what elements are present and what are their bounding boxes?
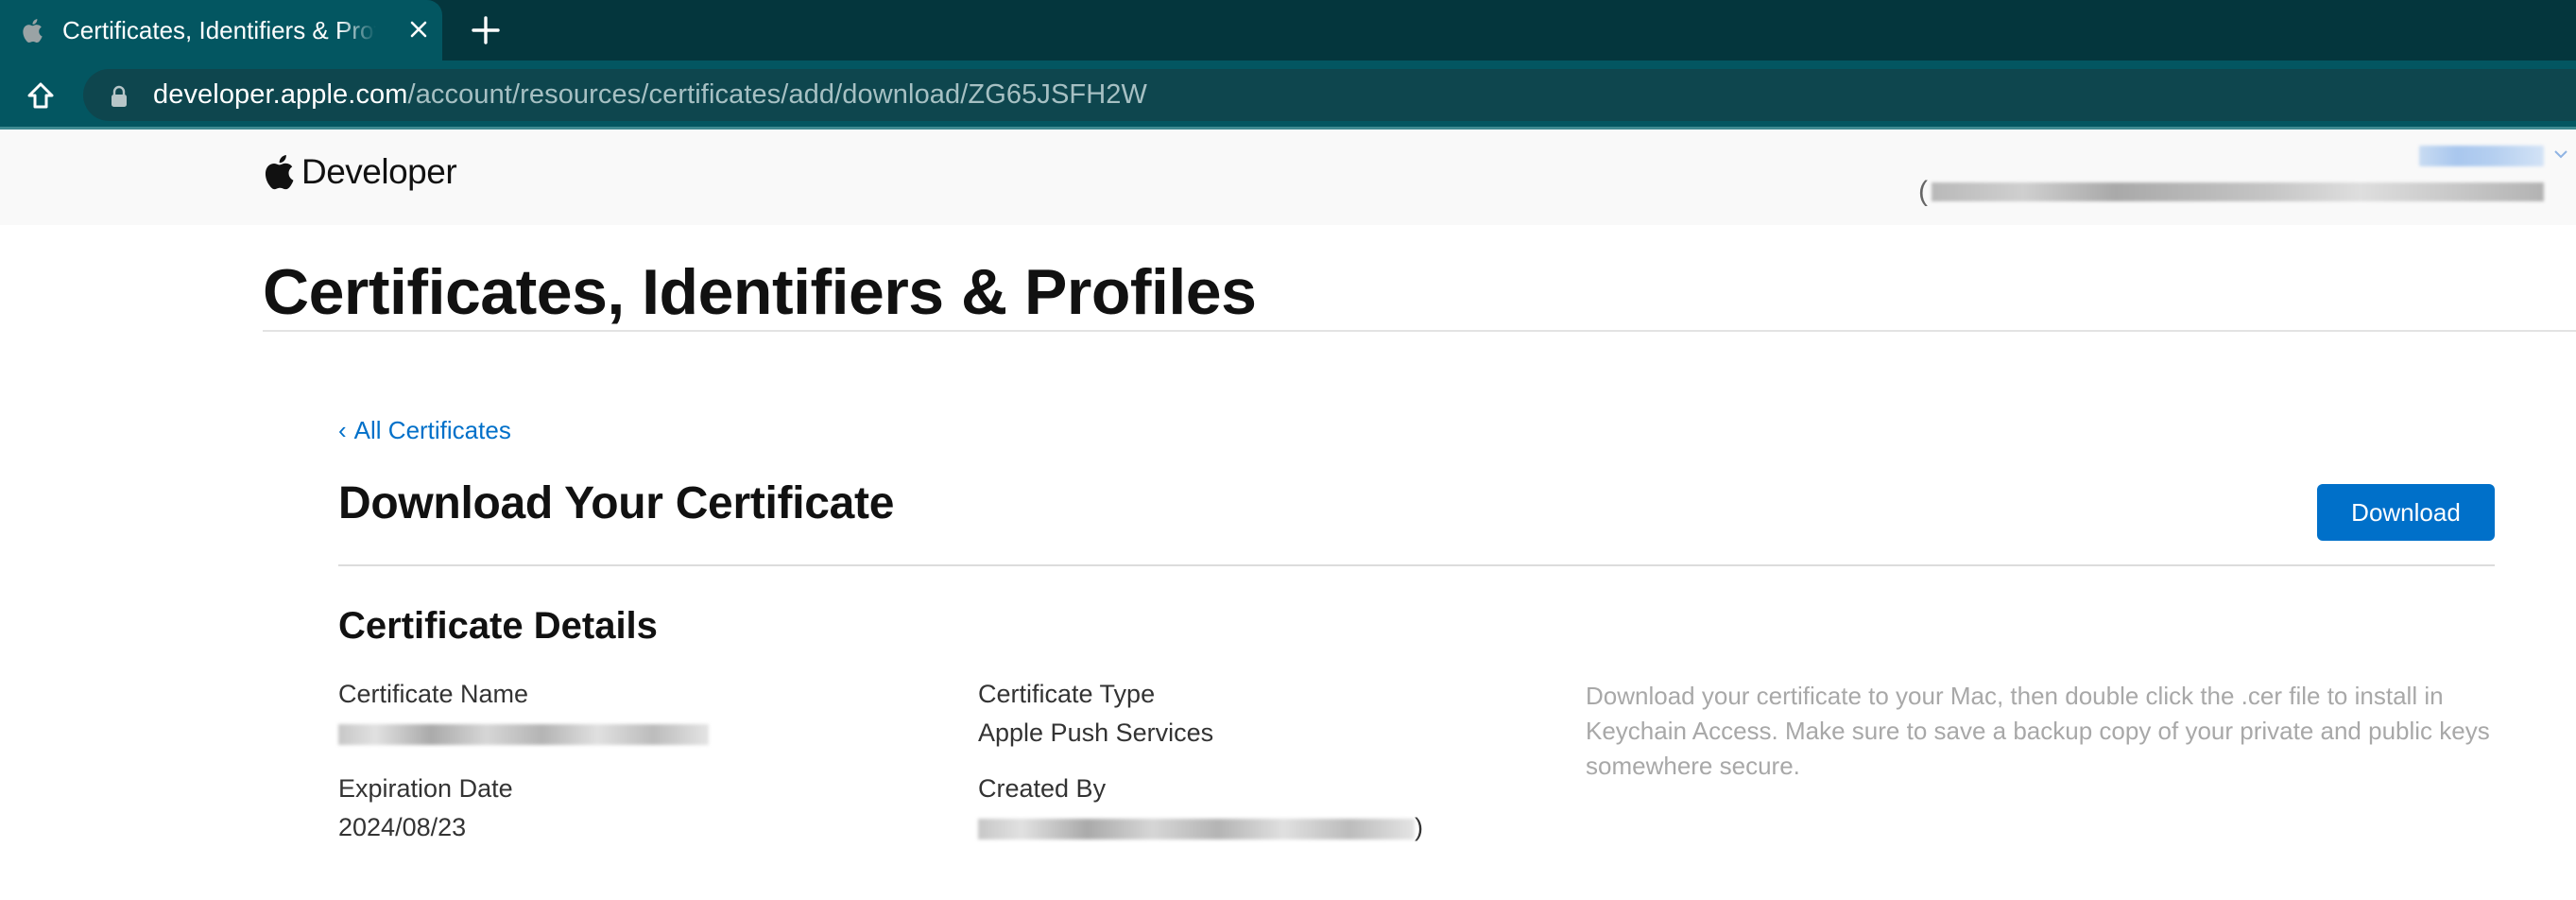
browser-tab-bar: Certificates, Identifiers & Profiles - A… — [0, 0, 2576, 61]
field-value: 2024/08/23 — [338, 813, 467, 841]
close-icon[interactable] — [404, 15, 433, 43]
account-menu[interactable] — [2419, 146, 2544, 166]
url-host: developer.apple.com — [153, 79, 408, 110]
field-label: Expiration Date — [338, 774, 513, 803]
details-title: Certificate Details — [338, 605, 658, 647]
plus-icon — [472, 16, 500, 44]
home-icon — [27, 82, 54, 109]
tab-title: Certificates, Identifiers & Profiles - A… — [62, 15, 376, 44]
title-divider — [263, 330, 2576, 332]
address-bar[interactable]: developer.apple.com/account/resources/ce… — [83, 69, 2576, 121]
apple-icon — [265, 154, 294, 190]
lock-icon — [110, 83, 129, 108]
field-label: Certificate Type — [978, 680, 1156, 708]
brand-text: Developer — [301, 152, 457, 191]
team-name-redacted — [1932, 182, 2544, 201]
section-divider — [338, 564, 2495, 566]
browser-tab[interactable]: Certificates, Identifiers & Profiles - A… — [0, 0, 442, 61]
chevron-down-icon[interactable] — [2551, 145, 2570, 164]
field-value: Apple Push Services — [978, 718, 1214, 747]
download-help-text: Download your certificate to your Mac, t… — [1586, 682, 2490, 780]
apple-icon — [21, 17, 43, 43]
developer-home-link[interactable]: Developer — [264, 152, 457, 192]
field-value-redacted — [338, 718, 709, 747]
redacted-value — [338, 723, 709, 745]
back-link-label: All Certificates — [353, 416, 511, 444]
field-label: Created By — [978, 774, 1107, 803]
field-certificate-type: Certificate Type Apple Push Services — [978, 680, 1213, 747]
field-label: Certificate Name — [338, 680, 529, 708]
browser-toolbar: developer.apple.com/account/resources/ce… — [0, 61, 2576, 130]
field-value-redacted: ) — [978, 813, 1423, 841]
created-by-paren: ) — [1415, 813, 1423, 841]
all-certificates-link[interactable]: ‹ All Certificates — [338, 416, 511, 445]
page-title: Certificates, Identifiers & Profiles — [263, 256, 1257, 328]
section-title: Download Your Certificate — [338, 478, 895, 528]
team-name-prefix: ( — [1918, 176, 1928, 207]
new-tab-button[interactable] — [469, 13, 503, 47]
team-name: ( — [1918, 176, 2548, 207]
chevron-left-icon: ‹ — [338, 416, 347, 444]
field-expiration-date: Expiration Date 2024/08/23 — [338, 774, 513, 841]
home-button[interactable] — [25, 79, 57, 112]
url-text[interactable]: developer.apple.com/account/resources/ce… — [153, 79, 1147, 111]
url-path: /account/resources/certificates/add/down… — [407, 79, 1147, 110]
redacted-value — [978, 818, 1415, 839]
field-certificate-name: Certificate Name — [338, 680, 709, 747]
download-button[interactable]: Download — [2317, 484, 2495, 541]
field-created-by: Created By ) — [978, 774, 1423, 841]
developer-header: Developer ( — [0, 130, 2576, 225]
